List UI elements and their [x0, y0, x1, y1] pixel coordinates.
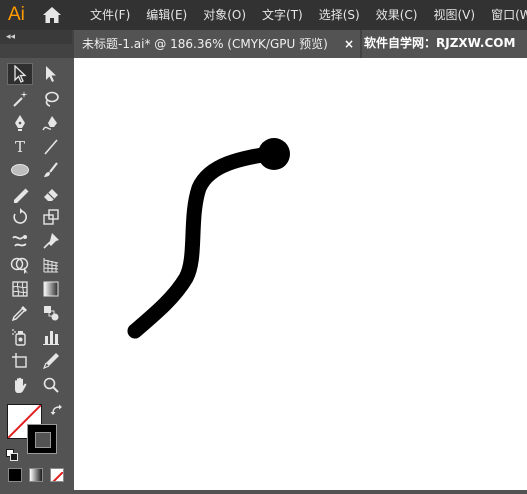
menu-list: 文件(F) 编辑(E) 对象(O) 文字(T) 选择(S) 效果(C) 视图(V…: [82, 0, 527, 30]
menu-bar: Ai 文件(F) 编辑(E) 对象(O) 文字(T) 选择(S) 效果(C) 视…: [0, 0, 527, 30]
app-logo: Ai: [8, 4, 25, 25]
artboard-tool-icon[interactable]: [7, 350, 33, 372]
none-mode-button[interactable]: [50, 468, 64, 482]
document-tab[interactable]: 未标题-1.ai* @ 186.36% (CMYK/GPU 预览) ×: [74, 30, 360, 58]
lasso-tool-icon[interactable]: [38, 88, 64, 110]
menu-file[interactable]: 文件(F): [82, 0, 138, 30]
shape-builder-tool-icon[interactable]: [7, 254, 33, 276]
stroke-swatch-inner: [35, 432, 51, 448]
path-endpoint-dot[interactable]: [258, 138, 290, 170]
curvature-tool-icon[interactable]: [38, 112, 64, 134]
watermark: 软件自学网：RJZXW.COM: [362, 30, 527, 58]
artboard-canvas[interactable]: [74, 58, 527, 490]
direct-selection-tool-icon[interactable]: [38, 63, 64, 85]
selection-tool-icon[interactable]: [7, 63, 33, 85]
artwork: [127, 138, 290, 339]
none-slash-icon: [52, 471, 63, 481]
mesh-tool-icon[interactable]: [7, 278, 33, 300]
menu-effect[interactable]: 效果(C): [368, 0, 426, 30]
zoom-tool-icon[interactable]: [38, 374, 64, 396]
close-tab-icon[interactable]: ×: [344, 30, 354, 58]
pen-tool-icon[interactable]: [7, 112, 33, 134]
puppet-warp-tool-icon[interactable]: [38, 230, 64, 252]
column-graph-tool-icon[interactable]: [38, 326, 64, 348]
home-icon[interactable]: [42, 6, 62, 24]
slice-tool-icon[interactable]: [38, 350, 64, 372]
menu-object[interactable]: 对象(O): [195, 0, 254, 30]
menu-view[interactable]: 视图(V): [425, 0, 483, 30]
gradient-mode-button[interactable]: [29, 468, 43, 482]
hand-tool-icon[interactable]: [7, 374, 33, 396]
shaper-tool-icon[interactable]: [7, 183, 33, 205]
perspective-grid-tool-icon[interactable]: [38, 254, 64, 276]
rotate-tool-icon[interactable]: [7, 206, 33, 228]
double-chevron-left-icon: ◂◂: [6, 32, 16, 42]
default-fill-stroke-icon[interactable]: [6, 446, 18, 461]
symbol-sprayer-tool-icon[interactable]: [7, 326, 33, 348]
tools-panel: T: [0, 58, 74, 490]
stroke-swatch[interactable]: [27, 424, 57, 454]
paintbrush-tool-icon[interactable]: [38, 159, 64, 181]
ellipse-tool-icon[interactable]: [7, 159, 33, 181]
type-tool-icon[interactable]: T: [7, 136, 33, 158]
menu-window[interactable]: 窗口(W): [483, 0, 527, 30]
eyedropper-tool-icon[interactable]: [7, 302, 33, 324]
menu-select[interactable]: 选择(S): [311, 0, 368, 30]
blend-tool-icon[interactable]: [38, 302, 64, 324]
eraser-tool-icon[interactable]: [38, 183, 64, 205]
menu-type[interactable]: 文字(T): [254, 0, 311, 30]
scale-tool-icon[interactable]: [38, 206, 64, 228]
document-tab-title: 未标题-1.ai* @ 186.36% (CMYK/GPU 预览): [82, 37, 328, 51]
menu-edit[interactable]: 编辑(E): [138, 0, 195, 30]
gradient-tool-icon[interactable]: [38, 278, 64, 300]
magic-wand-tool-icon[interactable]: [7, 88, 33, 110]
line-tool-icon[interactable]: [38, 136, 64, 158]
curved-stroke-path[interactable]: [127, 145, 282, 339]
swap-fill-stroke-icon[interactable]: [50, 403, 64, 417]
warp-tool-icon[interactable]: [7, 230, 33, 252]
color-mode-button[interactable]: [8, 468, 22, 482]
toolbar-collapse-button[interactable]: ◂◂: [0, 30, 72, 44]
